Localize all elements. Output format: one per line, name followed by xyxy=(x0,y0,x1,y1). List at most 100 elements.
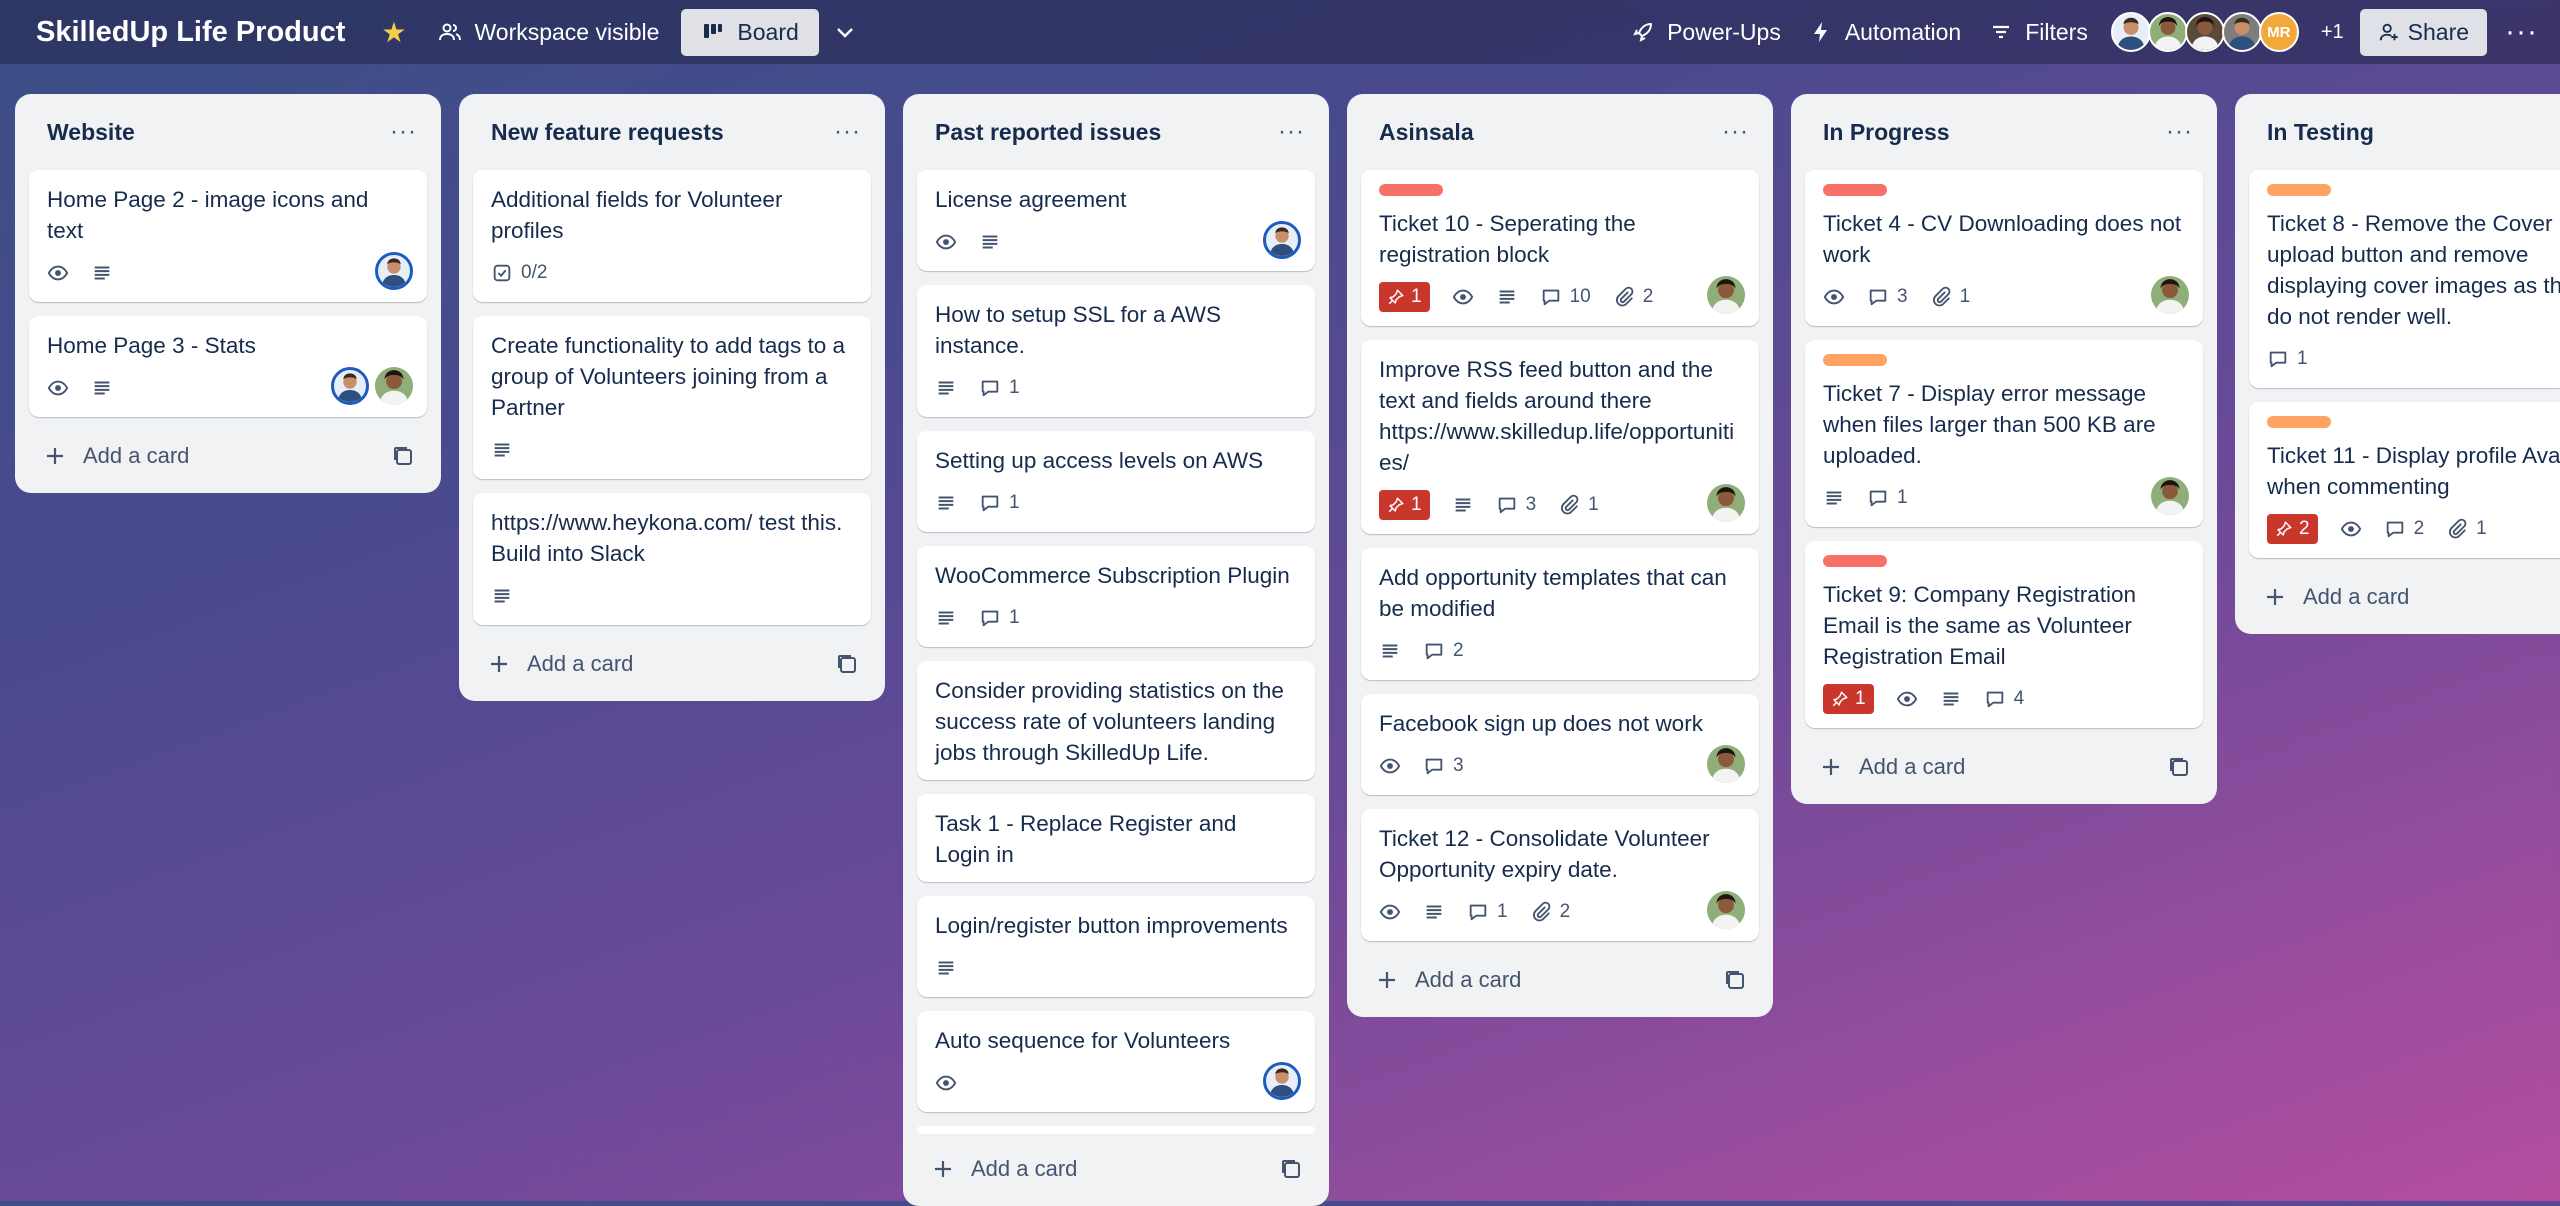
card-members xyxy=(375,252,413,290)
card[interactable]: License agreement xyxy=(917,170,1315,271)
more-members-count[interactable]: +1 xyxy=(2321,21,2344,44)
template-icon[interactable] xyxy=(835,652,859,676)
votes-badge[interactable]: 1 xyxy=(1379,490,1430,520)
avatar[interactable] xyxy=(375,252,413,290)
list-header[interactable]: Asinsala ··· xyxy=(1361,94,1759,170)
card[interactable]: Auto sequence for Volunteers xyxy=(917,1011,1315,1112)
card[interactable]: How to setup SSL for a AWS instance. 1 xyxy=(917,285,1315,417)
avatar[interactable] xyxy=(1263,1062,1301,1100)
card-label-orange[interactable] xyxy=(1823,354,1887,366)
card[interactable]: Facebook sign up does not work 3 xyxy=(1361,694,1759,795)
avatar[interactable] xyxy=(375,367,413,405)
list-title[interactable]: Asinsala xyxy=(1379,119,1474,146)
automation-button[interactable]: Automation xyxy=(1795,11,1975,54)
more-menu-icon[interactable]: ··· xyxy=(2505,15,2538,49)
avatar[interactable] xyxy=(2147,12,2188,52)
avatar[interactable] xyxy=(1263,221,1301,259)
card[interactable]: Ticket 12 - Consolidate Volunteer Opport… xyxy=(1361,809,1759,941)
card[interactable]: Additional fields for Volunteer profiles… xyxy=(473,170,871,302)
list-header[interactable]: In Testing xyxy=(2249,94,2560,170)
board-title[interactable]: SkilledUp Life Product xyxy=(36,16,345,49)
card-members xyxy=(1707,891,1745,929)
card-partial[interactable] xyxy=(917,1126,1315,1134)
card-label-red[interactable] xyxy=(1823,555,1887,567)
avatar[interactable] xyxy=(2110,12,2151,52)
list-in-progress: In Progress ··· Ticket 4 - CV Downloadin… xyxy=(1791,94,2217,804)
avatar[interactable] xyxy=(2184,12,2225,52)
votes-badge[interactable]: 1 xyxy=(1379,282,1430,312)
card[interactable]: Home Page 3 - Stats xyxy=(29,316,427,417)
card[interactable]: Setting up access levels on AWS 1 xyxy=(917,431,1315,532)
star-icon[interactable]: ★ xyxy=(381,16,406,49)
card[interactable]: Ticket 8 - Remove the Cover upload butto… xyxy=(2249,170,2560,388)
card-badges: 1 3 1 xyxy=(1379,488,1741,522)
card[interactable]: Ticket 9: Company Registration Email is … xyxy=(1805,541,2203,728)
add-card-button[interactable]: Add a card xyxy=(1375,967,1521,993)
card[interactable]: Create functionality to add tags to a gr… xyxy=(473,316,871,479)
card[interactable]: Home Page 2 - image icons and text xyxy=(29,170,427,302)
filters-button[interactable]: Filters xyxy=(1975,11,2102,54)
list-header[interactable]: In Progress ··· xyxy=(1805,94,2203,170)
list-title[interactable]: Past reported issues xyxy=(935,119,1161,146)
card[interactable]: Task 1 - Replace Register and Login in xyxy=(917,794,1315,882)
board-view-button[interactable]: Board xyxy=(681,8,819,56)
card[interactable]: WooCommerce Subscription Plugin 1 xyxy=(917,546,1315,647)
template-icon[interactable] xyxy=(2167,755,2191,779)
view-switcher-button[interactable] xyxy=(819,12,871,52)
card[interactable]: Ticket 10 - Seperating the registration … xyxy=(1361,170,1759,326)
card[interactable]: Add opportunity templates that can be mo… xyxy=(1361,548,1759,680)
list-menu-icon[interactable]: ··· xyxy=(1278,118,1305,146)
list-header[interactable]: Past reported issues ··· xyxy=(917,94,1315,170)
template-icon[interactable] xyxy=(1279,1157,1303,1181)
avatar[interactable] xyxy=(1707,276,1745,314)
votes-count: 1 xyxy=(1855,688,1866,709)
workspace-visibility-button[interactable]: Workspace visible xyxy=(424,11,673,54)
card[interactable]: Consider providing statistics on the suc… xyxy=(917,661,1315,780)
avatar[interactable] xyxy=(1707,745,1745,783)
add-card-button[interactable]: Add a card xyxy=(2263,584,2409,610)
card[interactable]: Login/register button improvements xyxy=(917,896,1315,997)
add-card-row: Add a card xyxy=(473,639,871,689)
list-menu-icon[interactable]: ··· xyxy=(834,118,861,146)
avatar[interactable] xyxy=(1707,484,1745,522)
votes-badge[interactable]: 2 xyxy=(2267,514,2318,544)
avatar[interactable] xyxy=(331,367,369,405)
avatar[interactable] xyxy=(2151,477,2189,515)
list-menu-icon[interactable]: ··· xyxy=(390,118,417,146)
add-card-button[interactable]: Add a card xyxy=(1819,754,1965,780)
card-label-orange[interactable] xyxy=(2267,416,2331,428)
template-icon[interactable] xyxy=(391,444,415,468)
add-card-button[interactable]: Add a card xyxy=(487,651,633,677)
card[interactable]: Ticket 4 - CV Downloading does not work … xyxy=(1805,170,2203,326)
list-title[interactable]: In Progress xyxy=(1823,119,1950,146)
votes-badge[interactable]: 1 xyxy=(1823,684,1874,714)
avatar-initials[interactable]: MR xyxy=(2258,12,2299,52)
avatar[interactable] xyxy=(1707,891,1745,929)
add-card-button[interactable]: Add a card xyxy=(931,1156,1077,1182)
list-header[interactable]: Website ··· xyxy=(29,94,427,170)
list-title[interactable]: In Testing xyxy=(2267,119,2374,146)
share-button[interactable]: Share xyxy=(2359,8,2488,56)
card-badges: 1 xyxy=(1823,481,2185,515)
card[interactable]: Improve RSS feed button and the text and… xyxy=(1361,340,1759,534)
comments-badge: 1 xyxy=(979,492,1020,514)
card[interactable]: Ticket 11 - Display profile Avatar when … xyxy=(2249,402,2560,558)
card[interactable]: https://www.heykona.com/ test this. Buil… xyxy=(473,493,871,625)
power-ups-button[interactable]: Power-Ups xyxy=(1617,11,1795,54)
list-header[interactable]: New feature requests ··· xyxy=(473,94,871,170)
avatar[interactable] xyxy=(2221,12,2262,52)
add-card-button[interactable]: Add a card xyxy=(43,443,189,469)
card-label-orange[interactable] xyxy=(2267,184,2331,196)
card-label-red[interactable] xyxy=(1379,184,1443,196)
list-title[interactable]: New feature requests xyxy=(491,119,724,146)
avatar[interactable] xyxy=(2151,276,2189,314)
card[interactable]: Ticket 7 - Display error message when fi… xyxy=(1805,340,2203,527)
comments-badge: 10 xyxy=(1540,286,1591,308)
card-badges: 1 xyxy=(2267,342,2542,376)
card-label-red[interactable] xyxy=(1823,184,1887,196)
template-icon[interactable] xyxy=(1723,968,1747,992)
card-title: Consider providing statistics on the suc… xyxy=(935,678,1284,765)
list-menu-icon[interactable]: ··· xyxy=(1722,118,1749,146)
list-title[interactable]: Website xyxy=(47,119,135,146)
list-menu-icon[interactable]: ··· xyxy=(2166,118,2193,146)
